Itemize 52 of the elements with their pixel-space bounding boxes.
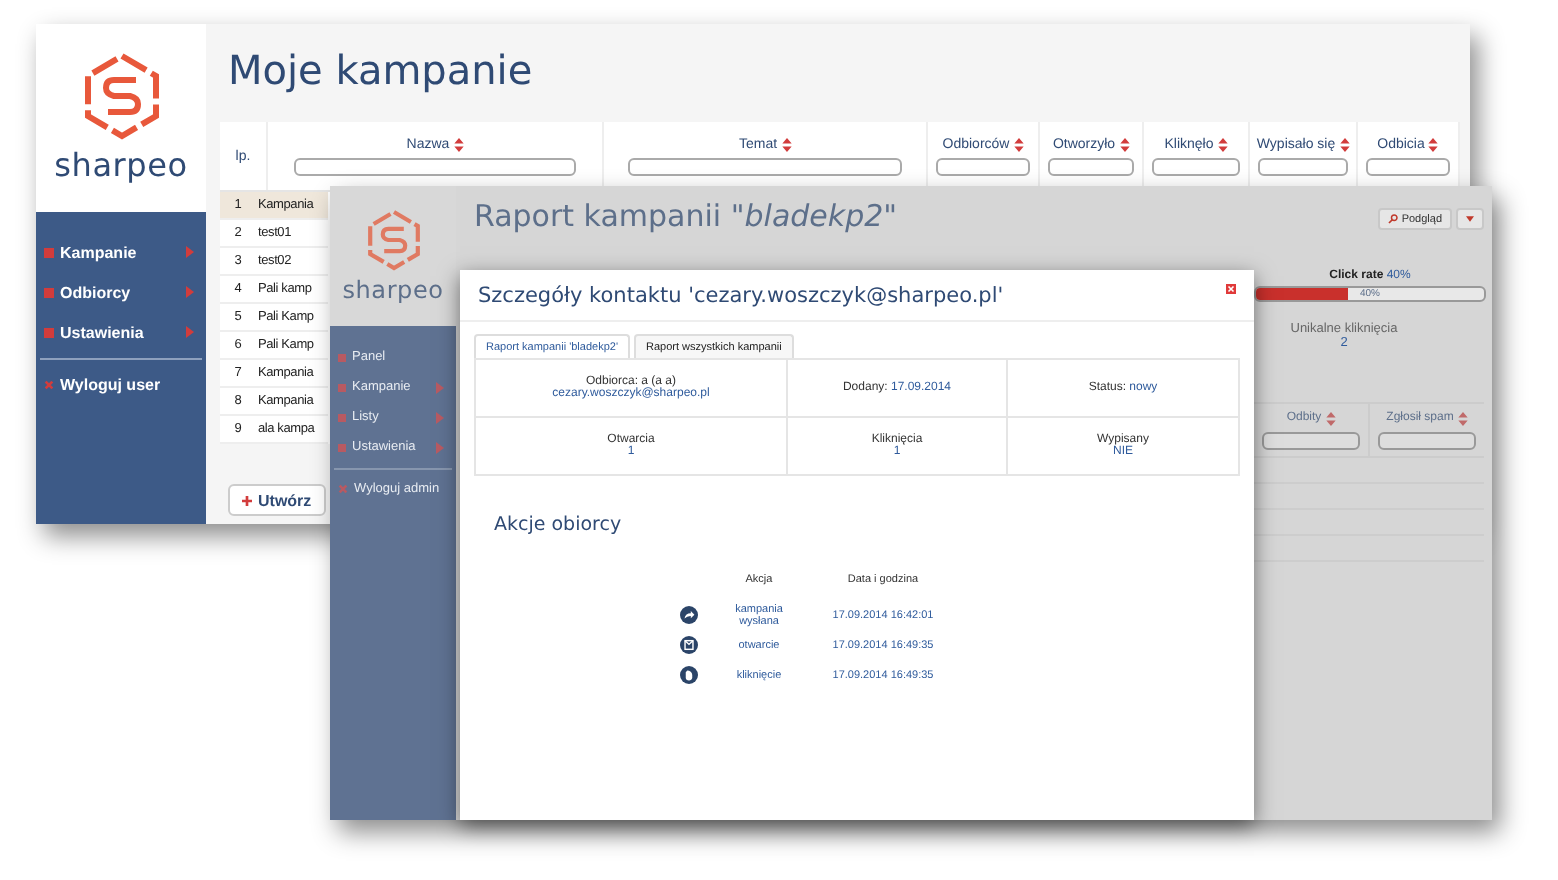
envelope-icon [679,636,697,654]
filter-field[interactable] [1047,157,1135,175]
filter-field[interactable] [1365,157,1451,175]
close-icon[interactable] [1226,284,1236,294]
filter-field[interactable] [1151,157,1241,175]
create-button[interactable]: Utwórz [228,484,326,516]
chevron-icon [436,381,444,393]
chevron-icon [186,246,194,258]
filter-field[interactable] [293,157,577,175]
page-title: Moje kampanie [228,46,535,94]
square-icon [44,247,54,257]
logout-link[interactable]: Wyloguj user [36,364,206,404]
chevron-icon [186,286,194,298]
sort-icon[interactable] [1013,137,1024,151]
chevron-icon [186,326,194,338]
sort-icon[interactable] [1428,137,1439,151]
sort-icon[interactable] [1325,411,1336,425]
sort-icon[interactable] [1217,137,1228,151]
close-icon [338,484,348,494]
square-icon [44,327,54,337]
arrow-icon [679,606,697,624]
square-icon [44,287,54,297]
nav-item[interactable]: Ustawienia [36,312,206,352]
filter-field[interactable] [936,157,1030,175]
plus-icon [242,495,252,505]
hexagon-logo-icon [365,208,421,272]
square-icon [338,443,346,451]
dialog-title: Szczegóły kontaktu 'cezary.woszczyk@sharpeo.pl' [478,284,1004,308]
sort-icon[interactable] [1119,137,1130,151]
sort-icon[interactable] [781,137,792,151]
sort-icon[interactable] [1339,137,1350,151]
hexagon-logo-icon [81,52,161,140]
report-title: Raport kampanii "bladekp2" [474,198,898,234]
logo-wordmark: sharpeo [342,276,444,304]
chevron-icon [436,441,444,453]
square-icon [338,353,346,361]
caret-icon [1466,216,1474,222]
sort-icon[interactable] [453,137,464,151]
nav-item[interactable]: Odbiorcy [36,272,206,312]
filter-field[interactable] [1378,431,1476,449]
filter-field[interactable] [628,157,902,175]
filter-field[interactable] [1262,431,1360,449]
square-icon [338,413,346,421]
chevron-icon [436,411,444,423]
section-title: Akcje obiorcy [494,514,624,536]
nav-item[interactable]: Kampanie [36,232,206,272]
filter-field[interactable] [1257,157,1349,175]
square-icon [338,383,346,391]
search-icon [1387,214,1398,224]
dropdown-button[interactable] [1456,208,1484,230]
close-icon [44,379,54,389]
logo-wordmark: sharpeo [54,146,188,184]
